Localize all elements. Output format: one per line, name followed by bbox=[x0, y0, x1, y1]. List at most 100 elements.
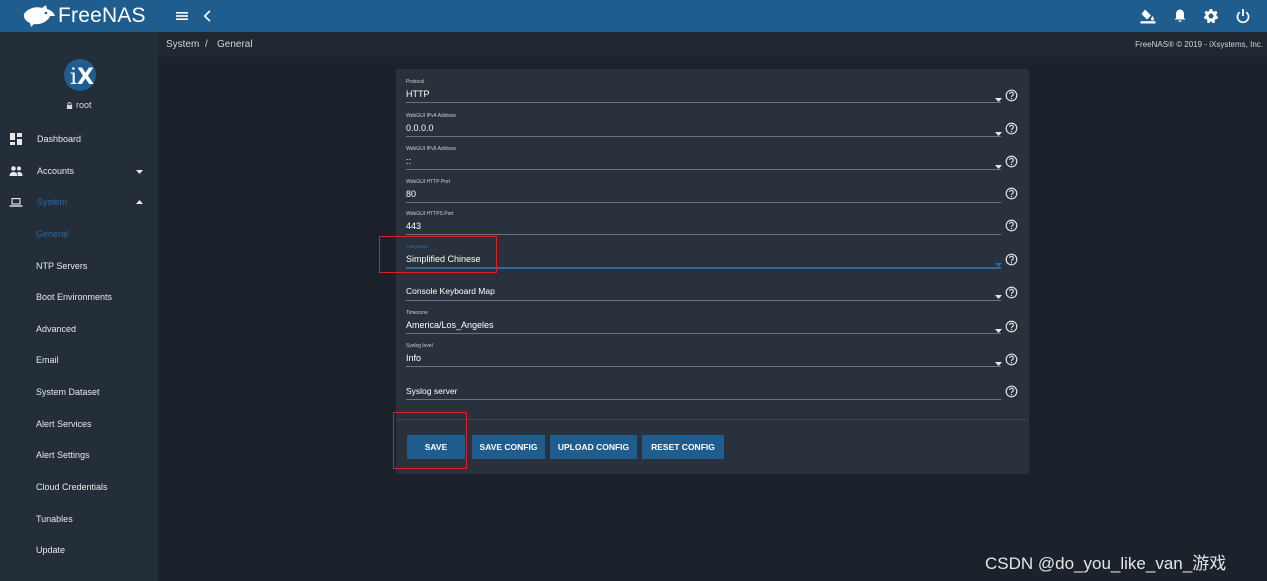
chevron-left-icon bbox=[203, 10, 211, 22]
sidebar-item-label: Update bbox=[36, 545, 66, 555]
gear-icon bbox=[1204, 9, 1218, 24]
language-highlight-box bbox=[379, 236, 497, 273]
theme-button[interactable] bbox=[1138, 6, 1158, 26]
help-icon[interactable] bbox=[1005, 219, 1018, 232]
menu-icon bbox=[176, 12, 188, 20]
protocol-select[interactable]: Protocol HTTP bbox=[406, 77, 1003, 103]
field-value: Info bbox=[406, 353, 422, 363]
field-value: 0.0.0.0 bbox=[406, 123, 434, 133]
sidebar-item-label: Tunables bbox=[36, 514, 73, 524]
username: root bbox=[76, 100, 92, 110]
sidebar-item-label: Cloud Credentials bbox=[36, 482, 108, 492]
power-button[interactable] bbox=[1233, 6, 1253, 26]
save-highlight-box bbox=[393, 412, 467, 469]
syslog-server-input[interactable]: Syslog server bbox=[406, 375, 1001, 401]
webgui-ipv6-select[interactable]: WebGUI IPv6 Address :: bbox=[406, 144, 1003, 170]
dropdown-arrow-icon bbox=[994, 355, 1003, 366]
save-config-button[interactable]: SAVE CONFIG bbox=[472, 435, 545, 459]
http-port-input[interactable]: WebGUI HTTP Port 80 bbox=[406, 177, 1001, 203]
breadcrumb: System / General FreeNAS® © 2019 - iXsys… bbox=[158, 32, 1267, 57]
timezone-select[interactable]: Timezone America/Los_Angeles bbox=[406, 308, 1003, 334]
dropdown-arrow-icon bbox=[994, 288, 1003, 299]
sidebar-item-boot-environments[interactable]: Boot Environments bbox=[0, 282, 158, 312]
dropdown-arrow-icon bbox=[994, 158, 1003, 169]
sidebar-item-tunables[interactable]: Tunables bbox=[0, 504, 158, 534]
sidebar-item-label: System Dataset bbox=[36, 387, 100, 397]
help-icon[interactable] bbox=[1005, 286, 1018, 299]
upload-config-button[interactable]: UPLOAD CONFIG bbox=[550, 435, 637, 459]
settings-button[interactable] bbox=[1201, 6, 1221, 26]
field-label: WebGUI HTTP Port bbox=[406, 179, 450, 185]
dropdown-arrow-icon bbox=[994, 322, 1003, 333]
sidebar-item-general[interactable]: General bbox=[0, 219, 158, 249]
sidebar-item-label: System bbox=[37, 197, 68, 207]
breadcrumb-current: General bbox=[217, 39, 253, 50]
sidebar-item-email[interactable]: Email bbox=[0, 345, 158, 375]
sidebar-item-advanced[interactable]: Advanced bbox=[0, 314, 158, 344]
sidebar-item-label: Advanced bbox=[36, 324, 77, 334]
theme-icon bbox=[1140, 9, 1156, 24]
help-icon[interactable] bbox=[1005, 253, 1018, 266]
help-icon[interactable] bbox=[1005, 122, 1018, 135]
collapse-sidebar-button[interactable] bbox=[198, 6, 218, 26]
field-label: WebGUI HTTPS Port bbox=[406, 211, 454, 217]
alerts-button[interactable] bbox=[1170, 6, 1190, 26]
breadcrumb-separator: / bbox=[205, 39, 208, 50]
help-icon[interactable] bbox=[1005, 385, 1018, 398]
field-value: HTTP bbox=[406, 89, 430, 99]
sidebar-item-ntp-servers[interactable]: NTP Servers bbox=[0, 251, 158, 281]
sidebar-item-cloud-credentials[interactable]: Cloud Credentials bbox=[0, 472, 158, 502]
lock-icon bbox=[66, 101, 73, 109]
user-label: root bbox=[0, 100, 158, 110]
console-keyboard-map-select[interactable]: Console Keyboard Map bbox=[406, 275, 1003, 301]
field-label: WebGUI IPv4 Address bbox=[406, 113, 456, 119]
syslog-level-select[interactable]: Syslog level Info bbox=[406, 341, 1003, 367]
field-label: Timezone bbox=[406, 310, 428, 316]
field-value: America/Los_Angeles bbox=[406, 320, 494, 330]
sidebar-item-update[interactable]: Update bbox=[0, 535, 158, 565]
svg-text:X: X bbox=[77, 65, 94, 90]
https-port-input[interactable]: WebGUI HTTPS Port 443 bbox=[406, 209, 1001, 235]
sidebar-item-system-dataset[interactable]: System Dataset bbox=[0, 377, 158, 407]
help-icon[interactable] bbox=[1005, 155, 1018, 168]
menu-toggle-button[interactable] bbox=[172, 6, 192, 26]
sidebar-item-alert-services[interactable]: Alert Services bbox=[0, 409, 158, 439]
ix-logo-icon: i X bbox=[64, 59, 96, 91]
sidebar-item-label: NTP Servers bbox=[36, 261, 88, 271]
field-label: Syslog level bbox=[406, 343, 433, 349]
reset-config-button[interactable]: RESET CONFIG bbox=[642, 435, 724, 459]
sidebar: i X root Dashboard Accounts System Gener… bbox=[0, 32, 158, 581]
dropdown-arrow-icon bbox=[994, 256, 1003, 267]
accounts-icon bbox=[9, 164, 23, 178]
sidebar-item-label: Email bbox=[36, 355, 59, 365]
breadcrumb-parent[interactable]: System bbox=[166, 39, 199, 50]
help-icon[interactable] bbox=[1005, 320, 1018, 333]
watermark: CSDN @do_you_like_van_游戏 bbox=[985, 554, 1227, 573]
help-icon[interactable] bbox=[1005, 353, 1018, 366]
sidebar-item-alert-settings[interactable]: Alert Settings bbox=[0, 440, 158, 470]
dropdown-arrow-icon bbox=[994, 91, 1003, 102]
power-icon bbox=[1236, 9, 1250, 24]
freenas-logo-icon bbox=[23, 5, 55, 27]
sidebar-item-system[interactable]: System bbox=[0, 187, 158, 217]
laptop-icon bbox=[9, 195, 23, 209]
field-value: 80 bbox=[406, 189, 417, 199]
caret-up-icon bbox=[135, 198, 144, 207]
help-icon[interactable] bbox=[1005, 89, 1018, 102]
sidebar-item-label: Dashboard bbox=[37, 134, 82, 144]
field-value: 443 bbox=[406, 221, 422, 231]
freenas-logo[interactable]: FreeNAS bbox=[22, 3, 160, 29]
logo-text: FreeNAS bbox=[58, 4, 146, 27]
webgui-ipv4-select[interactable]: WebGUI IPv4 Address 0.0.0.0 bbox=[406, 111, 1002, 137]
svg-text:i: i bbox=[70, 65, 77, 90]
sidebar-item-label: Alert Settings bbox=[36, 450, 90, 460]
field-placeholder: Syslog server bbox=[406, 386, 458, 396]
sidebar-item-accounts[interactable]: Accounts bbox=[0, 156, 158, 186]
sidebar-item-label: Boot Environments bbox=[36, 292, 113, 302]
caret-down-icon bbox=[135, 167, 144, 176]
sidebar-item-dashboard[interactable]: Dashboard bbox=[0, 124, 158, 154]
help-icon[interactable] bbox=[1005, 187, 1018, 200]
field-label: WebGUI IPv6 Address bbox=[406, 146, 456, 152]
sidebar-item-label: Accounts bbox=[37, 166, 75, 176]
dashboard-icon bbox=[9, 132, 23, 146]
